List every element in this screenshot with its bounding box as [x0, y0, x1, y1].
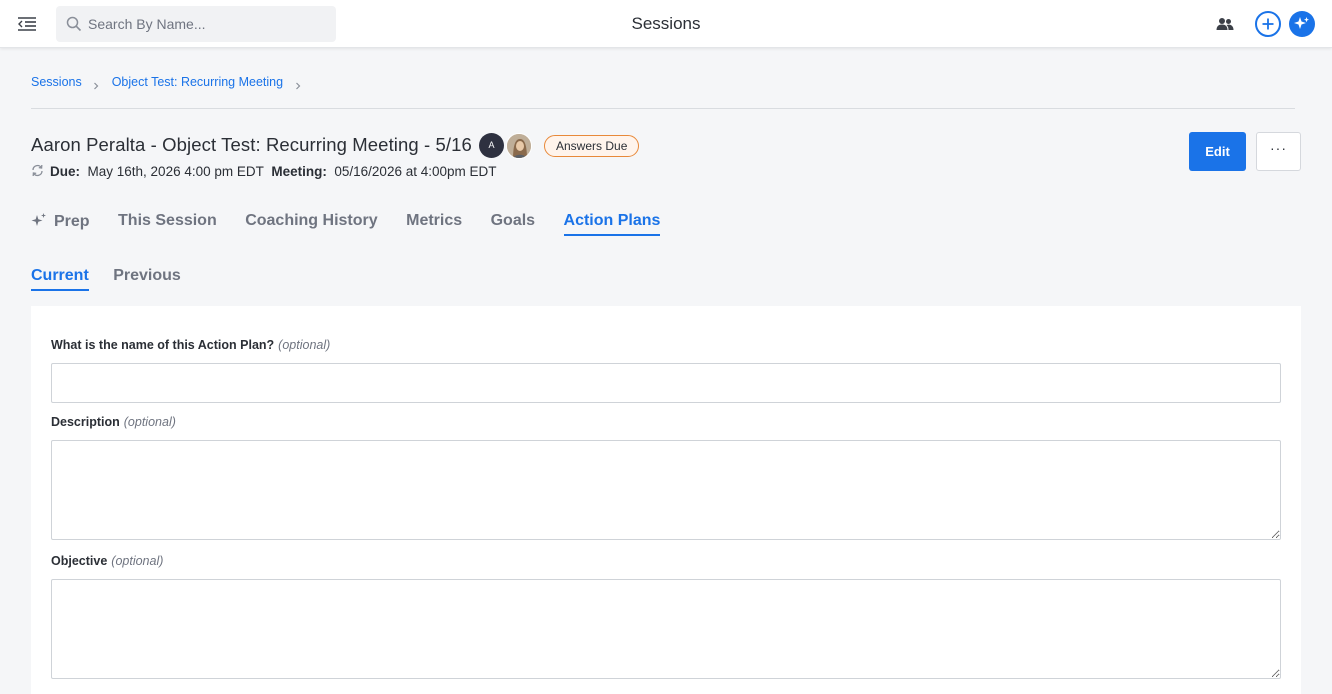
- optional-hint: (optional): [123, 415, 176, 429]
- tab-this-session[interactable]: This Session: [118, 212, 217, 234]
- people-icon[interactable]: [1214, 13, 1236, 35]
- field-label-text: Description: [51, 415, 120, 429]
- top-bar: Sessions: [0, 0, 1332, 48]
- edit-button[interactable]: Edit: [1189, 132, 1246, 171]
- action-plan-subtabs: Current Previous: [31, 267, 201, 293]
- add-button[interactable]: [1255, 11, 1281, 37]
- field-label-text: What is the name of this Action Plan?: [51, 338, 275, 352]
- tab-label: Prep: [54, 213, 90, 230]
- menu-collapse-icon[interactable]: [16, 14, 38, 34]
- description-field[interactable]: [51, 440, 1281, 540]
- due-label: Due:: [50, 164, 80, 179]
- breadcrumb-item-meeting[interactable]: Object Test: Recurring Meeting: [112, 75, 283, 89]
- breadcrumb: Sessions Object Test: Recurring Meeting: [31, 75, 310, 91]
- tab-goals[interactable]: Goals: [491, 212, 535, 234]
- action-plan-form: What is the name of this Action Plan? (op…: [31, 306, 1301, 694]
- plus-icon: [1262, 18, 1274, 30]
- status-badge: Answers Due: [544, 135, 640, 157]
- search-input[interactable]: [88, 6, 328, 42]
- chevron-right-icon: [294, 79, 302, 90]
- divider: [31, 108, 1295, 109]
- chevron-right-icon: [92, 79, 100, 90]
- due-value: May 16th, 2026 4:00 pm EDT: [87, 164, 264, 179]
- tab-coaching-history[interactable]: Coaching History: [245, 212, 377, 234]
- tab-metrics[interactable]: Metrics: [406, 212, 462, 234]
- avatar[interactable]: A: [479, 133, 504, 158]
- objective-field-label: Objective (optional): [51, 554, 163, 568]
- tab-action-plans[interactable]: Action Plans: [563, 212, 661, 236]
- subtab-previous[interactable]: Previous: [113, 267, 181, 289]
- optional-hint: (optional): [278, 338, 331, 352]
- name-field-label: What is the name of this Action Plan? (op…: [51, 338, 330, 352]
- session-title: Aaron Peralta - Object Test: Recurring M…: [31, 134, 472, 155]
- optional-hint: (optional): [111, 554, 164, 568]
- more-options-button[interactable]: ···: [1256, 132, 1301, 171]
- action-plan-name-field[interactable]: [51, 363, 1281, 403]
- description-field-label: Description (optional): [51, 415, 176, 429]
- search-box: [56, 6, 336, 42]
- sparkle-icon: [1294, 17, 1309, 29]
- avatar[interactable]: [506, 133, 532, 159]
- search-icon: [66, 16, 82, 32]
- field-label-text: Objective: [51, 554, 108, 568]
- ai-assistant-button[interactable]: [1289, 11, 1315, 37]
- meeting-label: Meeting:: [271, 164, 327, 179]
- meeting-value: 05/16/2026 at 4:00pm EDT: [334, 164, 497, 179]
- due-row: Due: May 16th, 2026 4:00 pm EDT Meeting:…: [31, 164, 497, 180]
- breadcrumb-item-sessions[interactable]: Sessions: [31, 75, 82, 89]
- subtab-current[interactable]: Current: [31, 267, 89, 291]
- objective-field[interactable]: [51, 579, 1281, 679]
- session-tabs: Prep This Session Coaching History Metri…: [31, 212, 684, 240]
- tab-prep[interactable]: Prep: [31, 212, 90, 235]
- recurring-icon: [31, 164, 44, 177]
- sparkle-icon: [31, 212, 47, 228]
